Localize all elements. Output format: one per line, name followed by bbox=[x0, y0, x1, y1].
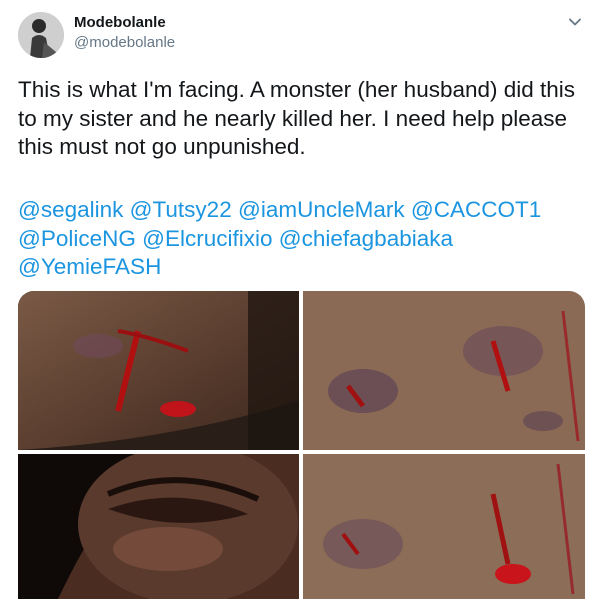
mention-link[interactable]: @iamUncleMark bbox=[238, 197, 405, 222]
media-photo[interactable] bbox=[303, 291, 585, 450]
mention-link[interactable]: @Tutsy22 bbox=[130, 197, 232, 222]
tweet-text-line: this must not go unpunished. bbox=[18, 134, 306, 159]
media-grid bbox=[18, 291, 585, 599]
author-handle[interactable]: @modebolanle bbox=[74, 34, 175, 52]
mention-link[interactable]: @segalink bbox=[18, 197, 123, 222]
mentions-block: @segalink @Tutsy22 @iamUncleMark @CACCOT… bbox=[18, 196, 588, 282]
author-name[interactable]: Modebolanle bbox=[74, 14, 166, 32]
mention-link[interactable]: @Elcrucifixio bbox=[142, 226, 272, 251]
tweet-text: This is what I'm facing. A monster (her … bbox=[18, 76, 588, 162]
mention-link[interactable]: @chiefagbabiaka bbox=[279, 226, 453, 251]
media-photo[interactable] bbox=[18, 454, 299, 599]
media-photo[interactable] bbox=[18, 291, 299, 450]
avatar[interactable] bbox=[18, 12, 64, 58]
tweet-text-line: This is what I'm facing. A monster (her … bbox=[18, 77, 576, 102]
mention-link[interactable]: @CACCOT1 bbox=[411, 197, 541, 222]
tweet-text-line: to my sister and he nearly killed her. I… bbox=[18, 105, 568, 131]
chevron-down-icon[interactable] bbox=[567, 14, 583, 30]
mention-link[interactable]: @PoliceNG bbox=[18, 226, 136, 251]
media-photo[interactable] bbox=[303, 454, 585, 599]
mention-link[interactable]: @YemieFASH bbox=[18, 254, 161, 279]
